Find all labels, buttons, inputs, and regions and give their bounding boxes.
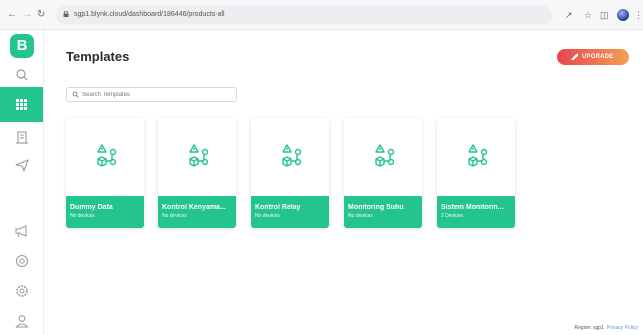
page-title: Templates	[66, 49, 130, 64]
template-image	[158, 118, 236, 196]
template-card[interactable]: Kontrol Relay No devices	[251, 118, 329, 228]
sidebar: B	[0, 30, 44, 335]
template-card[interactable]: Kontrol Kenyama... No devices	[158, 118, 236, 228]
template-name: Dummy Data	[70, 204, 113, 211]
template-name: Sistem Monitorin...	[441, 204, 504, 211]
address-bar[interactable]: sgp1.blynk.cloud/dashboard/186446/produc…	[56, 6, 552, 24]
template-image	[344, 118, 422, 196]
forward-icon[interactable]: →	[22, 9, 32, 21]
settings-icon[interactable]	[13, 282, 31, 300]
template-devices: No devices	[348, 213, 373, 219]
template-card[interactable]: Dummy Data No devices	[66, 118, 144, 228]
template-footer: Kontrol Relay No devices	[251, 196, 329, 228]
template-name: Kontrol Relay	[255, 204, 301, 211]
template-footer: Monitoring Suhu No devices	[344, 196, 422, 228]
template-devices: No devices	[255, 213, 280, 219]
building-icon[interactable]	[13, 128, 31, 146]
device-settings-icon	[375, 144, 395, 167]
upgrade-button[interactable]: UPGRADE	[557, 49, 629, 65]
grid-icon	[16, 99, 27, 110]
browser-menu-icon[interactable]: ⋮	[634, 9, 643, 21]
megaphone-icon[interactable]	[13, 222, 31, 240]
template-devices: No devices	[70, 213, 95, 219]
lock-icon	[63, 11, 69, 17]
template-devices: 2 Devices	[441, 213, 463, 219]
template-devices: No devices	[162, 213, 187, 219]
template-card[interactable]: Sistem Monitorin... 2 Devices	[437, 118, 515, 228]
device-settings-icon	[282, 144, 302, 167]
rocket-icon	[570, 53, 579, 61]
sidepanel-icon[interactable]: ◫	[600, 9, 609, 21]
template-card[interactable]: Monitoring Suhu No devices	[344, 118, 422, 228]
region-text: Region: sgp1	[574, 325, 604, 331]
template-image	[66, 118, 144, 196]
reload-icon[interactable]: ↻	[37, 9, 45, 21]
template-footer: Kontrol Kenyama... No devices	[158, 196, 236, 228]
help-icon[interactable]	[13, 252, 31, 270]
template-name: Kontrol Kenyama...	[162, 204, 226, 211]
upgrade-label: UPGRADE	[582, 54, 614, 60]
back-icon[interactable]: ←	[7, 9, 17, 21]
sidebar-item-templates[interactable]	[0, 87, 43, 122]
template-image	[437, 118, 515, 196]
footer: Region: sgp1 Privacy Policy	[574, 325, 638, 331]
device-settings-icon	[97, 144, 117, 167]
search-box[interactable]	[66, 87, 237, 102]
privacy-policy-link[interactable]: Privacy Policy	[607, 325, 638, 331]
browser-toolbar: ← → ↻ sgp1.blynk.cloud/dashboard/186446/…	[0, 0, 643, 30]
profile-avatar[interactable]	[617, 9, 629, 21]
search-icon[interactable]	[13, 66, 31, 84]
device-settings-icon	[468, 144, 488, 167]
send-icon[interactable]	[13, 156, 31, 174]
template-footer: Sistem Monitorin... 2 Devices	[437, 196, 515, 228]
device-settings-icon	[189, 144, 209, 167]
blynk-logo[interactable]: B	[10, 34, 34, 58]
user-icon[interactable]	[13, 312, 31, 330]
share-icon[interactable]: ↗	[565, 9, 573, 21]
template-footer: Dummy Data No devices	[66, 196, 144, 228]
template-name: Monitoring Suhu	[348, 204, 404, 211]
bookmark-star-icon[interactable]: ☆	[584, 9, 592, 21]
url-text: sgp1.blynk.cloud/dashboard/186446/produc…	[74, 11, 225, 18]
search-icon	[72, 91, 79, 98]
template-image	[251, 118, 329, 196]
search-input[interactable]	[82, 88, 232, 101]
